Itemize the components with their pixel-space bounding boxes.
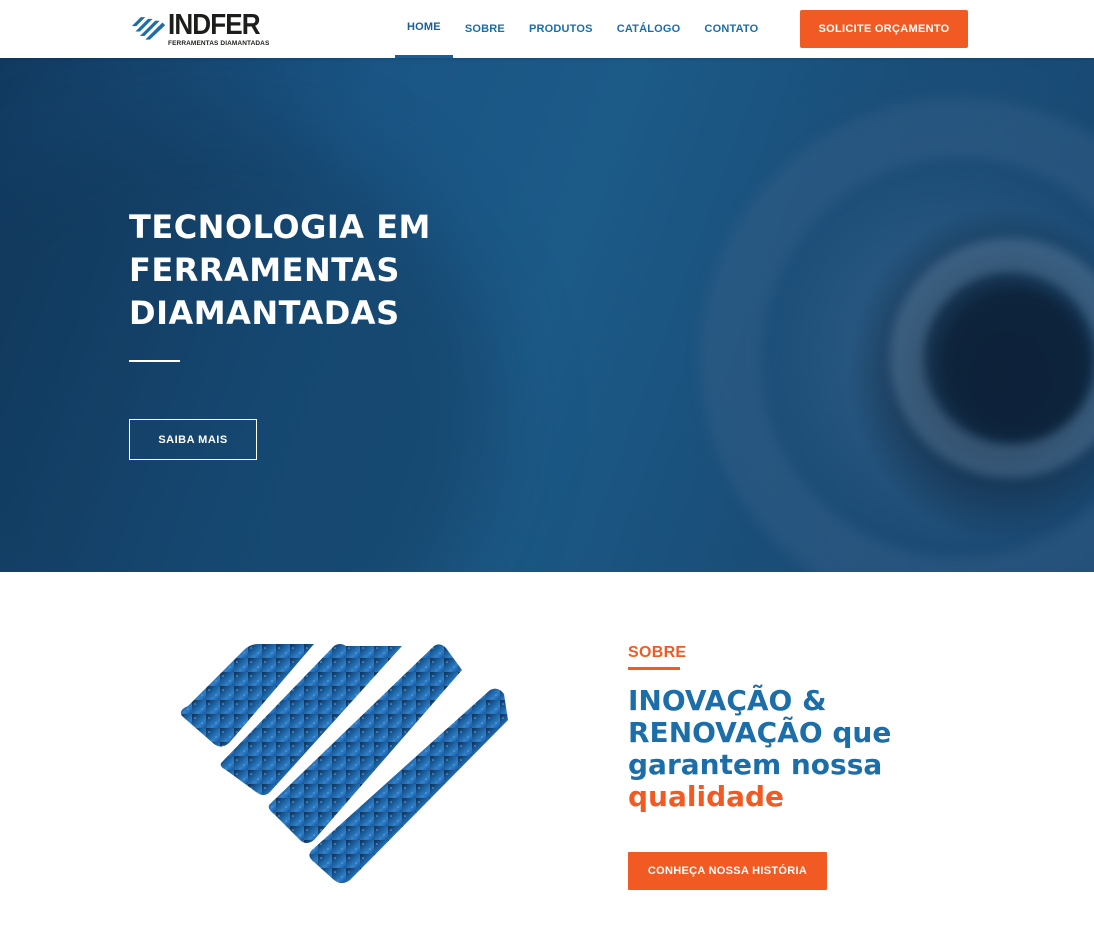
nav-item-label: SOBRE: [464, 23, 505, 35]
hero-background-shade: [0, 118, 500, 572]
hero-divider: [129, 360, 180, 362]
nav-item-sobre[interactable]: SOBRE: [453, 0, 517, 58]
hero-title: TECNOLOGIA EM FERRAMENTAS DIAMANTADAS: [129, 206, 549, 335]
nav-item-produtos[interactable]: PRODUTOS: [517, 0, 605, 58]
nav-item-home[interactable]: HOME: [395, 0, 453, 58]
about-title-highlight: qualidade: [628, 780, 785, 813]
about-section-label: SOBRE: [628, 644, 687, 661]
our-history-button[interactable]: CONHEÇA NOSSA HISTÓRIA: [628, 852, 827, 890]
hero-title-line: TECNOLOGIA EM: [129, 208, 431, 246]
request-quote-button[interactable]: SOLICITE ORÇAMENTO: [800, 10, 968, 48]
nav-item-contato[interactable]: CONTATO: [692, 0, 770, 58]
indfer-logo[interactable]: INDFER FERRAMENTAS DIAMANTADAS: [130, 9, 270, 47]
diamond-stripes-image: [180, 644, 508, 883]
about-title: INOVAÇÃO & RENOVAÇÃO que garantem nossa q…: [628, 685, 948, 813]
nav-item-label: CONTATO: [704, 23, 759, 35]
about-title-part2: RENOVAÇÃO: [628, 716, 823, 749]
nav-item-catalogo[interactable]: CATÁLOGO: [605, 0, 693, 58]
nav-item-label: CATÁLOGO: [616, 23, 681, 35]
site-header: INDFER FERRAMENTAS DIAMANTADAS HOME SOBR…: [0, 0, 1094, 58]
hero-title-line: FERRAMENTAS: [129, 251, 400, 289]
about-label-underline: [628, 667, 680, 670]
logo-tagline: FERRAMENTAS DIAMANTADAS: [168, 40, 270, 47]
learn-more-button[interactable]: SAIBA MAIS: [129, 419, 257, 460]
nav-item-label: PRODUTOS: [528, 23, 593, 35]
logo-name: INDFER: [168, 9, 261, 41]
main-nav: HOME SOBRE PRODUTOS CATÁLOGO CONTATO: [395, 0, 770, 58]
hero-background-hole: [940, 288, 1090, 438]
hero-title-line: DIAMANTADAS: [129, 294, 400, 332]
logo-stripes-icon: [131, 17, 166, 40]
about-title-part1: INOVAÇÃO &: [628, 684, 827, 717]
nav-item-label: HOME: [407, 21, 441, 33]
hero-banner: TECNOLOGIA EM FERRAMENTAS DIAMANTADAS SA…: [0, 58, 1094, 572]
